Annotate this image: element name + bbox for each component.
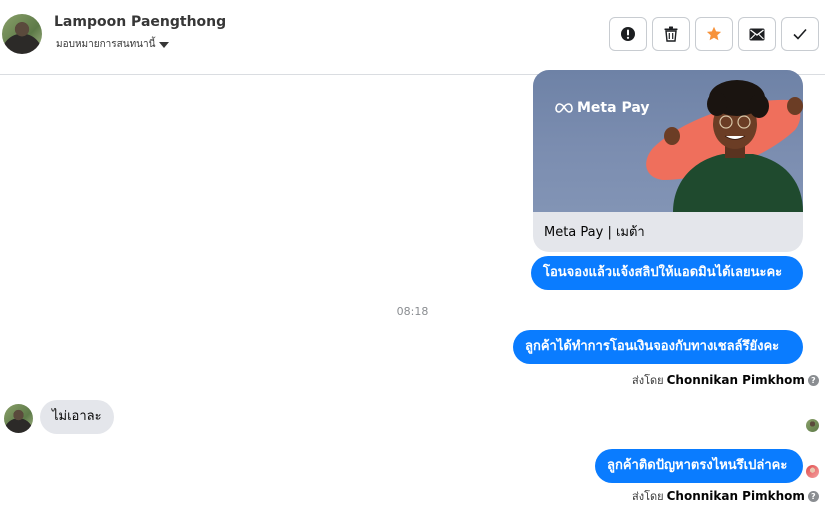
sender-name[interactable]: Chonnikan Pimkhom xyxy=(667,373,805,387)
mail-button[interactable] xyxy=(738,17,776,51)
contact-avatar[interactable] xyxy=(2,14,42,54)
message-bubble-outgoing[interactable]: ลูกค้าได้ทำการโอนเงินจองกับทางเชลล์รึยัง… xyxy=(513,330,803,364)
delete-button[interactable] xyxy=(652,17,690,51)
timestamp-divider: 08:18 xyxy=(396,305,429,318)
meta-infinity-icon xyxy=(555,103,573,113)
sent-by-label: ส่งโดย Chonnikan Pimkhom ? xyxy=(632,487,819,505)
agent-avatar xyxy=(806,465,819,478)
meta-pay-logo: Meta Pay xyxy=(555,100,649,116)
conversation-view: Lampoon Paengthong มอบหมายการสนทนานี้ Me… xyxy=(0,0,825,524)
message-bubble-outgoing[interactable]: ลูกค้าติดปัญหาตรงไหนรึเปล่าคะ xyxy=(595,449,803,483)
card-brand-text: Meta Pay xyxy=(577,100,650,116)
sent-by-prefix: ส่งโดย xyxy=(632,490,664,503)
exclamation-icon xyxy=(621,27,635,41)
contact-avatar-small[interactable] xyxy=(4,404,33,433)
envelope-icon xyxy=(749,28,765,40)
shared-link-card[interactable]: Meta Pay Meta Pay | เมต้า xyxy=(533,70,803,252)
star-button[interactable] xyxy=(695,17,733,51)
person-photo xyxy=(646,80,803,212)
card-caption: Meta Pay | เมต้า xyxy=(544,225,645,240)
card-image: Meta Pay xyxy=(533,70,803,212)
caret-down-icon xyxy=(159,41,170,48)
trash-icon xyxy=(664,26,678,42)
assign-label: มอบหมายการสนทนานี้ xyxy=(56,39,156,50)
sent-by-prefix: ส่งโดย xyxy=(632,374,664,387)
sent-by-label: ส่งโดย Chonnikan Pimkhom ? xyxy=(632,371,819,389)
conversation-header: Lampoon Paengthong มอบหมายการสนทนานี้ xyxy=(0,0,825,75)
contact-name[interactable]: Lampoon Paengthong xyxy=(54,14,226,30)
message-bubble-incoming[interactable]: ไม่เอาละ xyxy=(40,400,114,434)
help-icon[interactable]: ? xyxy=(807,374,819,386)
seen-avatar xyxy=(806,419,819,432)
mark-done-button[interactable] xyxy=(781,17,819,51)
check-icon xyxy=(793,28,807,40)
help-icon[interactable]: ? xyxy=(807,490,819,502)
star-icon xyxy=(706,26,722,41)
message-bubble-outgoing[interactable]: โอนจองแล้วแจ้งสลิปให้แอดมินได้เลยนะคะ xyxy=(531,256,803,290)
mark-spam-button[interactable] xyxy=(609,17,647,51)
assign-conversation-dropdown[interactable]: มอบหมายการสนทนานี้ xyxy=(56,37,170,52)
sender-name[interactable]: Chonnikan Pimkhom xyxy=(667,489,805,503)
